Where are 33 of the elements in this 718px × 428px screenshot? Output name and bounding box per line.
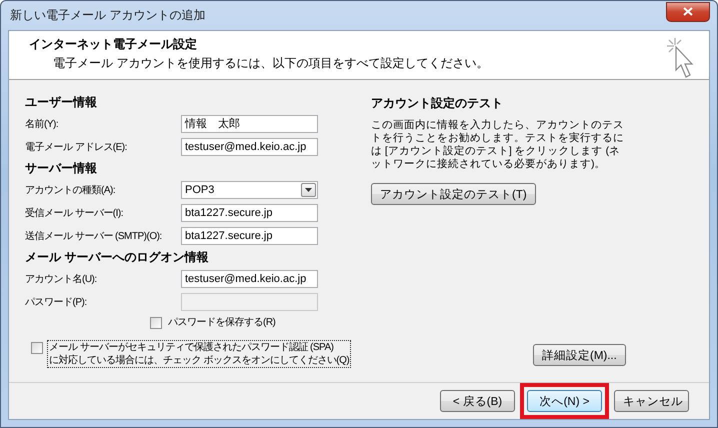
wizard-button[interactable]: < 戻る(B) <box>440 390 515 412</box>
advanced-settings-button[interactable]: 詳細設定(M)... <box>533 344 626 366</box>
checkbox[interactable] <box>150 317 162 329</box>
section-heading: ユーザー情報 <box>25 94 98 111</box>
account-type-dropdown[interactable]: POP3 <box>181 180 318 198</box>
window-title: 新しい電子メール アカウントの追加 <box>9 7 206 24</box>
field-label: パスワード(P): <box>25 296 87 308</box>
checkbox[interactable] <box>31 342 43 354</box>
input-field[interactable]: testuser@med.keio.ac.jp <box>181 270 318 288</box>
input-field[interactable]: bta1227.secure.jp <box>181 204 318 222</box>
input-field[interactable]: bta1227.secure.jp <box>181 226 318 244</box>
input-field[interactable]: 情報 太郎 <box>181 114 318 132</box>
field-label: 送信メール サーバー (SMTP)(O): <box>25 230 162 242</box>
section-heading: メール サーバーへのログオン情報 <box>25 249 210 266</box>
header-subtitle: 電子メール アカウントを使用するには、以下の項目をすべて設定してください。 <box>52 55 488 72</box>
test-description: この画面内に情報を入力したら、アカウントのテストを行うことをお勧めします。テストを実行するには [アカウント設定のテスト] をクリックします (ネットワークに接続されている必要があります)。 <box>371 119 625 171</box>
field-label: 受信メール サーバー(I): <box>25 206 123 220</box>
close-icon <box>683 7 693 16</box>
input-field[interactable]: testuser@med.keio.ac.jp <box>181 138 318 156</box>
field-label: 名前(Y): <box>25 118 58 130</box>
field-label: アカウントの種類(A): <box>25 184 116 196</box>
wizard-button[interactable]: 次へ(N) > <box>527 390 602 412</box>
field-label: 電子メール アドレス(E): <box>25 140 127 154</box>
section-heading: サーバー情報 <box>25 160 98 177</box>
close-button[interactable] <box>666 2 710 22</box>
field-label: アカウント名(U): <box>25 272 97 286</box>
header-title: インターネット電子メール設定 <box>29 36 198 53</box>
wizard-button[interactable]: キャンセル <box>614 390 689 412</box>
checkbox-label[interactable]: メール サーバーがセキュリティで保護されたパスワード認証 (SPA) に対応している場合には、チェック ボックスをオンにしてください(Q) <box>47 340 352 368</box>
checkbox-label[interactable]: パスワードを保存する(R) <box>166 315 278 330</box>
test-account-button[interactable]: アカウント設定のテスト(T) <box>371 183 536 205</box>
section-heading: アカウント設定のテスト <box>371 95 504 112</box>
caret-icon <box>305 188 312 192</box>
